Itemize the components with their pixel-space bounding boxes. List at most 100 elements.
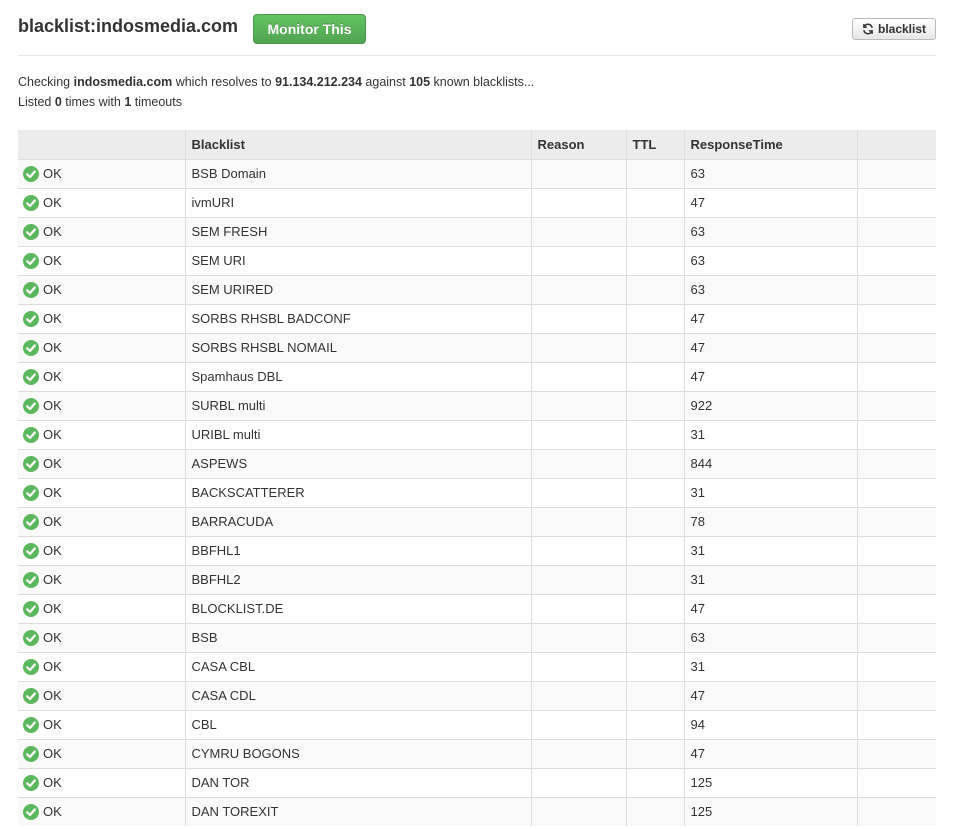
extra-cell <box>856 419 936 449</box>
extra-cell <box>856 593 936 623</box>
check-circle-icon <box>23 165 39 182</box>
monitor-this-button[interactable]: Monitor This <box>253 14 366 44</box>
ttl-cell <box>625 274 684 304</box>
status-cell: OK <box>18 709 185 739</box>
blacklist-name-cell: BSB <box>184 622 531 652</box>
response-time-cell: 47 <box>683 680 857 710</box>
status-text: OK <box>43 427 62 442</box>
check-circle-icon <box>23 455 39 472</box>
table-row: OK SEM FRESH 63 <box>18 216 936 246</box>
status-text: OK <box>43 195 62 210</box>
reason-cell <box>530 390 626 420</box>
status-cell: OK <box>18 593 185 623</box>
response-time-cell: 63 <box>683 158 857 188</box>
blacklist-name-cell: BBFHL1 <box>184 535 531 565</box>
response-time-cell: 63 <box>683 216 857 246</box>
column-header-reason[interactable]: Reason <box>530 130 626 159</box>
status-wrapper: OK <box>23 218 179 246</box>
status-wrapper: OK <box>23 189 179 217</box>
status-wrapper: OK <box>23 276 179 304</box>
status-cell: OK <box>18 158 185 188</box>
table-row: OK BARRACUDA 78 <box>18 506 936 536</box>
response-time-cell: 47 <box>683 738 857 768</box>
extra-cell <box>856 506 936 536</box>
status-wrapper: OK <box>23 334 179 362</box>
summary-text: against <box>361 75 410 89</box>
check-circle-icon <box>23 368 39 385</box>
extra-cell <box>856 796 936 826</box>
check-circle-icon <box>23 542 39 559</box>
refresh-icon <box>863 23 873 35</box>
extra-cell <box>856 767 936 797</box>
ttl-cell <box>625 216 684 246</box>
extra-cell <box>856 274 936 304</box>
status-wrapper: OK <box>23 769 179 797</box>
reason-cell <box>530 535 626 565</box>
extra-cell <box>856 158 936 188</box>
column-header-ttl[interactable]: TTL <box>625 130 684 159</box>
status-cell: OK <box>18 419 185 449</box>
ttl-cell <box>625 564 684 594</box>
column-header-responsetime[interactable]: ResponseTime <box>683 130 857 159</box>
response-time-cell: 63 <box>683 245 857 275</box>
status-cell: OK <box>18 390 185 420</box>
status-cell: OK <box>18 361 185 391</box>
status-wrapper: OK <box>23 508 179 536</box>
status-text: OK <box>43 311 62 326</box>
table-row: OK CBL 94 <box>18 709 936 739</box>
reason-cell <box>530 158 626 188</box>
ttl-cell <box>625 448 684 478</box>
table-row: OK DAN TOR 125 <box>18 767 936 797</box>
ttl-cell <box>625 187 684 217</box>
blacklist-name-cell: BBFHL2 <box>184 564 531 594</box>
table-row: OK Spamhaus DBL 47 <box>18 361 936 391</box>
column-header-status[interactable] <box>18 130 185 159</box>
status-wrapper: OK <box>23 624 179 652</box>
extra-cell <box>856 680 936 710</box>
check-circle-icon <box>23 397 39 414</box>
status-wrapper: OK <box>23 595 179 623</box>
ttl-cell <box>625 593 684 623</box>
blacklist-name-cell: CBL <box>184 709 531 739</box>
check-circle-icon <box>23 658 39 675</box>
check-circle-icon <box>23 194 39 211</box>
check-circle-icon <box>23 513 39 530</box>
summary-text: Listed <box>18 95 55 109</box>
ttl-cell <box>625 535 684 565</box>
blacklist-name-cell: SURBL multi <box>184 390 531 420</box>
status-cell: OK <box>18 506 185 536</box>
status-wrapper: OK <box>23 711 179 739</box>
ttl-cell <box>625 738 684 768</box>
reason-cell <box>530 477 626 507</box>
status-text: OK <box>43 456 62 471</box>
ttl-cell <box>625 651 684 681</box>
status-wrapper: OK <box>23 682 179 710</box>
extra-cell <box>856 245 936 275</box>
status-wrapper: OK <box>23 421 179 449</box>
refresh-blacklist-button[interactable]: blacklist <box>852 18 936 40</box>
status-cell: OK <box>18 448 185 478</box>
check-circle-icon <box>23 252 39 269</box>
check-summary: Checking indosmedia.com which resolves t… <box>18 72 936 112</box>
ttl-cell <box>625 303 684 333</box>
status-text: OK <box>43 601 62 616</box>
extra-cell <box>856 477 936 507</box>
table-row: OK BSB Domain 63 <box>18 158 936 188</box>
response-time-cell: 78 <box>683 506 857 536</box>
column-header-blacklist[interactable]: Blacklist <box>184 130 531 159</box>
status-cell: OK <box>18 245 185 275</box>
status-cell: OK <box>18 738 185 768</box>
ttl-cell <box>625 158 684 188</box>
status-cell: OK <box>18 564 185 594</box>
response-time-cell: 47 <box>683 361 857 391</box>
status-text: OK <box>43 688 62 703</box>
blacklist-name-cell: DAN TOREXIT <box>184 796 531 826</box>
summary-line-1: Checking indosmedia.com which resolves t… <box>18 72 936 92</box>
table-row: OK CASA CDL 47 <box>18 680 936 710</box>
ttl-cell <box>625 680 684 710</box>
refresh-button-label: blacklist <box>877 22 927 36</box>
status-text: OK <box>43 398 62 413</box>
blacklist-name-cell: BLOCKLIST.DE <box>184 593 531 623</box>
blacklist-name-cell: SORBS RHSBL NOMAIL <box>184 332 531 362</box>
ttl-cell <box>625 332 684 362</box>
